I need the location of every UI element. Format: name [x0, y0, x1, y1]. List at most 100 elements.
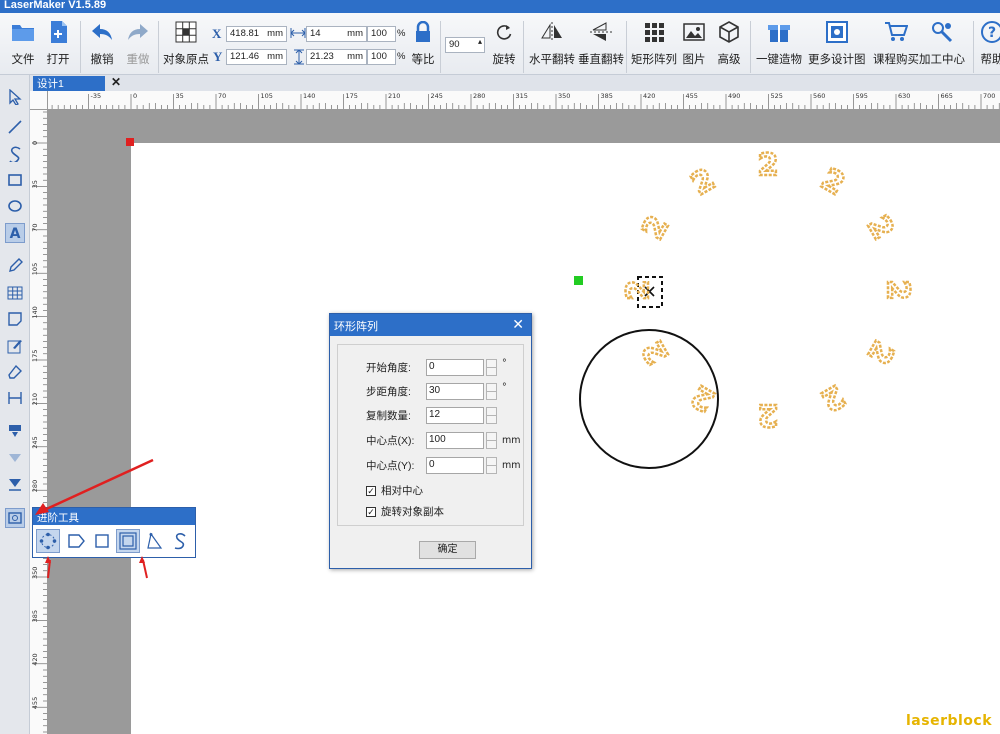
select-pointer-icon[interactable]: [5, 87, 25, 107]
rotate-icon: [491, 19, 517, 45]
table-tool-icon[interactable]: [5, 283, 25, 303]
scale-width-input[interactable]: 100: [367, 26, 396, 42]
undo-button[interactable]: 撤销: [89, 19, 115, 67]
center-y-label: 中心点(Y):: [366, 460, 415, 472]
ruler-top-tick-label: 280: [473, 92, 485, 100]
arrange-icon[interactable]: [5, 448, 25, 468]
tag-shape-icon[interactable]: [64, 529, 88, 553]
close-icon[interactable]: ✕: [512, 316, 524, 333]
send-down-icon[interactable]: [5, 421, 25, 441]
center-y-input[interactable]: 0: [426, 457, 484, 474]
measure-tool-icon[interactable]: [5, 388, 25, 408]
course-purchase-button[interactable]: 课程购买: [873, 19, 919, 67]
flip-vertical-button[interactable]: 垂直翻转: [578, 19, 624, 67]
flip-vertical-icon: [588, 19, 614, 45]
rotate-button[interactable]: 旋转: [491, 19, 517, 67]
grid-array-icon: [641, 19, 667, 45]
y-position-input[interactable]: 121.46 mm: [226, 49, 287, 65]
frame-tool-icon[interactable]: [5, 309, 25, 329]
x-axis-label: X: [212, 26, 222, 41]
ruler-top-tick-label: -35: [91, 92, 102, 100]
ruler-top-tick-label: 350: [558, 92, 570, 100]
height-input[interactable]: 21.23 mm: [306, 49, 367, 65]
copies-input[interactable]: 12: [426, 407, 484, 424]
design-page[interactable]: [131, 143, 1000, 734]
advanced-tools-popup: 进阶工具: [32, 507, 196, 558]
redo-button[interactable]: 重做: [125, 19, 151, 67]
dialog-settings-group: 开始角度: 0 ° 步距角度: 30 ° 复制数量: 12 中心点(X): 10…: [337, 344, 524, 526]
open-file-icon: [45, 19, 71, 45]
picture-button[interactable]: 图片: [681, 19, 707, 67]
ruler-top-tick-label: 455: [686, 92, 698, 100]
eraser-tool-icon[interactable]: [5, 362, 25, 382]
ruler-top-tick-label: 35: [176, 92, 184, 100]
open-button[interactable]: 打开: [45, 19, 71, 67]
center-x-input[interactable]: 100: [426, 432, 484, 449]
y-axis-label: Y: [213, 49, 223, 64]
x-position-input[interactable]: 418.81 mm: [226, 26, 287, 42]
one-click-build-button[interactable]: 一键造物: [756, 19, 802, 67]
circular-array-dialog: 环形阵列 ✕ 开始角度: 0 ° 步距角度: 30 ° 复制数量: 12 中心点…: [329, 313, 532, 569]
main-toolbar: 文件 打开 撤销 重做 对象原点 X 418.81 mm Y 121.46 mm…: [0, 13, 1000, 75]
edit-tool-icon[interactable]: [5, 336, 25, 356]
process-center-button[interactable]: 加工中心: [919, 19, 965, 67]
vector-pen-icon[interactable]: [142, 529, 166, 553]
width-arrow-icon: [290, 27, 306, 42]
align-down-icon[interactable]: [5, 474, 25, 494]
document-tab-bar: 设计1 ✕: [30, 75, 1000, 91]
curve-s-icon[interactable]: [168, 529, 192, 553]
ruler-top-tick-label: 140: [303, 92, 315, 100]
advanced-menu-button[interactable]: 高级: [716, 19, 742, 67]
scale-height-input[interactable]: 100: [367, 49, 396, 65]
step-angle-input[interactable]: 30: [426, 383, 484, 400]
close-tab-icon[interactable]: ✕: [111, 75, 121, 89]
start-angle-input[interactable]: 0: [426, 359, 484, 376]
advanced-tools-title: 进阶工具: [33, 508, 195, 525]
relative-center-checkbox[interactable]: ✓ 相对中心: [366, 483, 423, 498]
checkbox-checked-icon: ✓: [366, 485, 376, 496]
flip-horizontal-icon: [539, 19, 565, 45]
step-angle-label: 步距角度:: [366, 386, 411, 398]
ruler-top-tick-label: 210: [388, 92, 400, 100]
line-tool-icon[interactable]: [5, 117, 25, 137]
ruler-left-tick-label: 35: [31, 180, 39, 188]
ruler-corner: [30, 91, 48, 110]
rect-array-button[interactable]: 矩形阵列: [631, 19, 677, 67]
checkbox-checked-icon: ✓: [366, 506, 376, 517]
pencil-tool-icon[interactable]: [5, 256, 25, 276]
ruler-top-tick-label: 560: [813, 92, 825, 100]
rotation-angle-input[interactable]: 90 ▴: [445, 37, 485, 53]
ruler-top-tick-label: 0: [133, 92, 137, 100]
text-tool-icon[interactable]: A: [5, 223, 25, 243]
center-x-stepper[interactable]: [486, 432, 497, 449]
ellipse-tool-icon[interactable]: [5, 196, 25, 216]
step-angle-stepper[interactable]: [486, 383, 497, 400]
help-button[interactable]: ? 帮助: [979, 19, 1000, 67]
square-icon[interactable]: [90, 529, 114, 553]
ruler-top-tick-label: 175: [346, 92, 358, 100]
offset-square-icon[interactable]: [116, 529, 140, 553]
circular-array-icon[interactable]: [36, 529, 60, 553]
object-origin-button[interactable]: 对象原点: [163, 19, 209, 67]
design-gallery-icon: [824, 19, 850, 45]
more-designs-button[interactable]: 更多设计图: [808, 19, 866, 67]
rectangle-tool-icon[interactable]: [5, 170, 25, 190]
file-menu-button[interactable]: 文件: [10, 19, 36, 67]
origin-grid-icon: [173, 19, 199, 45]
copies-stepper[interactable]: [486, 407, 497, 424]
start-angle-stepper[interactable]: [486, 359, 497, 376]
flip-horizontal-button[interactable]: 水平翻转: [529, 19, 575, 67]
ok-button[interactable]: 确定: [419, 541, 476, 559]
center-y-stepper[interactable]: [486, 457, 497, 474]
rotate-copies-checkbox[interactable]: ✓ 旋转对象副本: [366, 504, 444, 519]
tab-design1[interactable]: 设计1 ✕: [33, 75, 121, 91]
advanced-tools-icon[interactable]: [5, 508, 25, 528]
curve-tool-icon[interactable]: [5, 144, 25, 164]
ruler-top-tick-label: 315: [516, 92, 528, 100]
watermark: laserblock: [906, 713, 993, 729]
width-input[interactable]: 14 mm: [306, 26, 367, 42]
undo-icon: [89, 19, 115, 45]
lock-ratio-button[interactable]: 等比: [410, 19, 436, 67]
ruler-top-tick-label: 700: [983, 92, 995, 100]
cart-icon: [883, 19, 909, 45]
